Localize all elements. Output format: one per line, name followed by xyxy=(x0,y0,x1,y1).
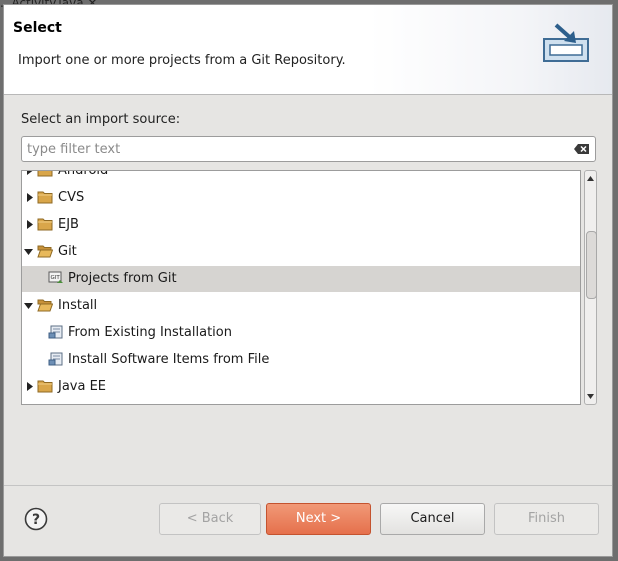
tree-item-label: Java EE xyxy=(58,379,107,394)
open-folder-icon xyxy=(37,245,53,258)
expand-arrow-icon[interactable] xyxy=(25,382,34,391)
help-glyph: ? xyxy=(32,512,40,528)
next-button[interactable]: Next > xyxy=(266,503,371,535)
tree-item-label: Install Software Items from File xyxy=(68,352,270,367)
tree-item-ejb[interactable]: EJB xyxy=(22,212,580,238)
cancel-button[interactable]: Cancel xyxy=(380,503,485,535)
svg-text:GIT: GIT xyxy=(51,275,61,281)
tree-item-cvs[interactable]: CVS xyxy=(22,185,580,211)
scroll-down-arrow-icon[interactable] xyxy=(586,392,595,401)
expand-arrow-icon[interactable] xyxy=(25,170,34,175)
tree-scrollbar[interactable] xyxy=(584,170,597,405)
tree-item-label: Android xyxy=(58,170,109,178)
open-folder-icon xyxy=(37,299,53,312)
tree-item-label: EJB xyxy=(58,217,79,232)
tree-item-git[interactable]: Git xyxy=(22,239,580,265)
filter-placeholder: type filter text xyxy=(27,142,121,157)
tree-item-label: CVS xyxy=(58,190,85,205)
expand-arrow-icon[interactable] xyxy=(25,193,34,202)
tree-item-label: Git xyxy=(58,244,77,259)
help-icon[interactable]: ? xyxy=(24,507,48,531)
folder-icon xyxy=(37,380,53,393)
tree-item-java-ee[interactable]: Java EE xyxy=(22,374,580,400)
wizard-header: Select Import one or more projects from … xyxy=(4,5,612,95)
scroll-up-arrow-icon[interactable] xyxy=(586,174,595,183)
import-wizard-dialog: Select Import one or more projects from … xyxy=(3,4,613,557)
import-source-tree[interactable]: Android CVS EJB Git GIT Projects from Gi… xyxy=(21,170,581,405)
import-source-label: Select an import source: xyxy=(21,112,181,127)
clear-filter-icon[interactable] xyxy=(574,143,590,155)
page-description: Import one or more projects from a Git R… xyxy=(18,53,346,68)
import-wizard-icon xyxy=(543,23,589,62)
folder-icon xyxy=(37,218,53,231)
filter-input[interactable]: type filter text xyxy=(21,136,596,162)
tree-item-install-software-items-from-file[interactable]: Install Software Items from File xyxy=(22,347,580,373)
install-wizard-icon xyxy=(48,352,63,366)
expand-arrow-icon[interactable] xyxy=(25,220,34,229)
folder-icon xyxy=(37,171,53,177)
tree-item-label: Install xyxy=(58,298,98,313)
tree-item-install[interactable]: Install xyxy=(22,293,580,319)
install-wizard-icon xyxy=(48,325,63,339)
tree-item-label: From Existing Installation xyxy=(68,325,232,340)
tree-item-projects-from-git[interactable]: GIT Projects from Git xyxy=(22,266,580,292)
collapse-arrow-icon[interactable] xyxy=(24,301,33,310)
git-wizard-icon: GIT xyxy=(48,271,63,283)
tree-item-android[interactable]: Android xyxy=(22,170,580,184)
folder-icon xyxy=(37,191,53,204)
back-button[interactable]: < Back xyxy=(159,503,261,535)
tree-item-label: Projects from Git xyxy=(68,271,177,286)
finish-button[interactable]: Finish xyxy=(494,503,599,535)
collapse-arrow-icon[interactable] xyxy=(24,247,33,256)
button-bar-divider xyxy=(4,485,612,486)
scrollbar-thumb[interactable] xyxy=(586,231,597,299)
tree-item-from-existing-installation[interactable]: From Existing Installation xyxy=(22,320,580,346)
page-title: Select xyxy=(13,20,62,36)
